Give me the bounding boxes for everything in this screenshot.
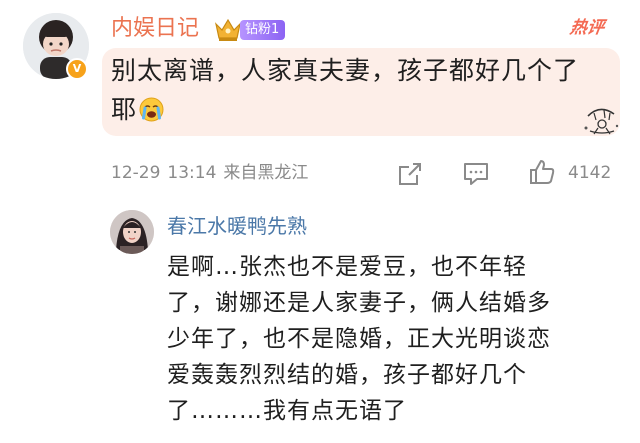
reply-username[interactable]: 春江水暖鸭先熟	[167, 212, 307, 240]
comment-text-tail: 耶	[111, 95, 138, 124]
comment-text-line: 别太离谱，人家真夫妻，孩子都好几个了	[111, 56, 580, 85]
sketch-decoration-icon	[584, 108, 619, 135]
comment-date: 12-29	[111, 163, 161, 183]
reply-text-line: 了，谢娜还是人家妻子，俩人结婚多	[167, 290, 551, 316]
comment-meta: 12-29 13:14 来自黑龙江	[111, 160, 315, 186]
reply-text-line: 爱轰轰烈烈结的婚，孩子都好几个	[167, 362, 527, 388]
crying-emoji-icon	[139, 97, 164, 122]
comment-time: 13:14	[167, 163, 217, 183]
reply-avatar[interactable]	[110, 210, 154, 254]
verified-v-icon: V	[66, 58, 88, 80]
share-icon[interactable]	[396, 160, 424, 188]
comment-text: 别太离谱，人家真夫妻，孩子都好几个了 耶	[111, 51, 611, 129]
reply-text-line: 了………我有点无语了	[167, 398, 407, 424]
comment-icon[interactable]	[462, 160, 490, 188]
comment-text-line: 耶	[111, 90, 611, 129]
hot-comment-tag: 热评	[568, 18, 606, 38]
reply-avatar-image	[110, 210, 154, 254]
like-icon[interactable]	[528, 158, 556, 186]
comment-location: 来自黑龙江	[223, 163, 309, 183]
fan-badge: 钻粉1	[240, 20, 286, 40]
reply-text-line: 少年了，也不是隐婚，正大光明谈恋	[167, 326, 551, 352]
comment-username[interactable]: 内娱日记	[111, 14, 199, 44]
crown-icon	[214, 18, 242, 41]
reply-text-line: 是啊…张杰也不是爱豆，也不年轻	[167, 254, 527, 280]
like-count: 4142	[568, 163, 612, 183]
